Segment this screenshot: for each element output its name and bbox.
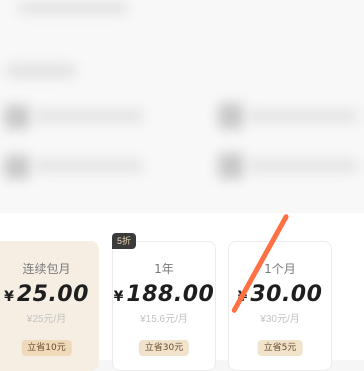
price-value: 25.00 [16, 282, 89, 307]
plan-price: ¥25.00 [0, 282, 98, 307]
unit-price: ¥15.6元/月 [140, 314, 188, 325]
blurred-header-area [0, 0, 364, 213]
price-value: 188.00 [126, 282, 215, 307]
save-badge: 立省10元 [21, 340, 72, 356]
blurred-icon [218, 103, 244, 129]
plan-title: 1年 [154, 262, 174, 276]
plan-card-yearly[interactable]: 1年 ¥188.00 ¥15.6元/月 立省30元 [112, 241, 216, 371]
currency-symbol: ¥ [4, 289, 14, 305]
unit-price: ¥25元/月 [26, 314, 67, 325]
plan-card-monthly-auto[interactable]: 连续包月 ¥25.00 ¥25元/月 立省10元 [0, 241, 99, 371]
blurred-text [248, 160, 358, 172]
blurred-text [34, 160, 144, 172]
blurred-title [18, 2, 128, 14]
blurred-icon [218, 153, 244, 179]
blurred-subtitle [6, 64, 76, 78]
save-badge: 立省5元 [257, 340, 303, 356]
plan-title: 连续包月 [22, 262, 71, 276]
blurred-text [248, 110, 358, 122]
price-value: 30.00 [250, 282, 323, 307]
plan-title: 1个月 [264, 262, 296, 276]
plan-price: ¥188.00 [113, 282, 215, 307]
plan-card-one-month[interactable]: 1个月 ¥30.00 ¥30元/月 立省5元 [228, 241, 332, 371]
blurred-icon [4, 155, 30, 179]
save-badge: 立省30元 [138, 340, 190, 356]
blurred-icon [4, 105, 30, 129]
blurred-text [34, 110, 144, 122]
discount-tag: 5折 [112, 233, 137, 249]
unit-price: ¥30元/月 [260, 314, 300, 325]
currency-symbol: ¥ [113, 289, 124, 305]
